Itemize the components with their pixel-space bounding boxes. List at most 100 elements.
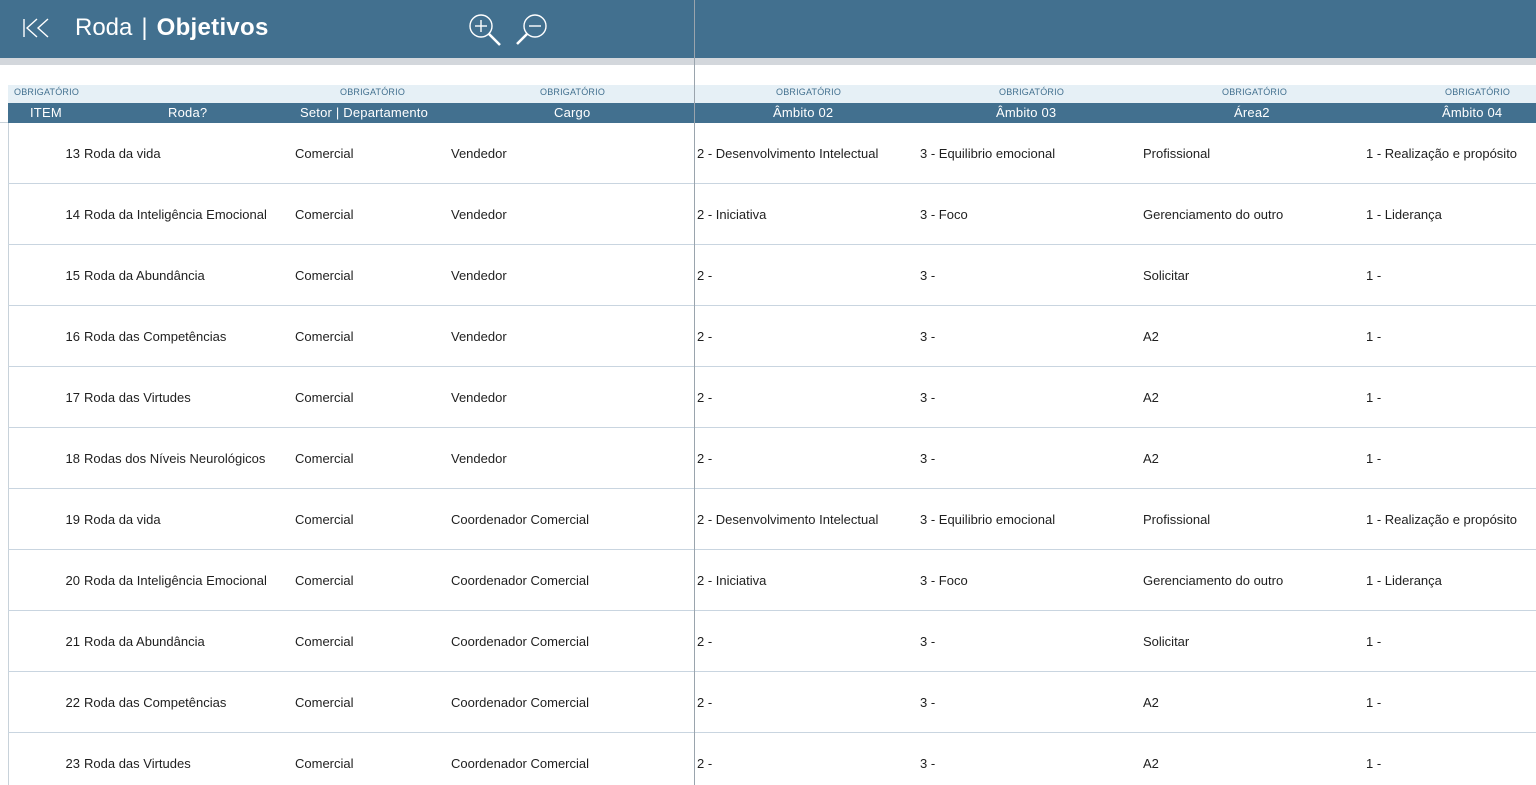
cell-area2: Profissional <box>1143 146 1211 161</box>
cell-ambito04: 1 - Realização e propósito <box>1366 146 1518 161</box>
table-row[interactable]: 15 Roda da Abundância Comercial Vendedor… <box>8 245 1536 306</box>
cell-cargo: Coordenador Comercial <box>451 634 590 649</box>
cell-ambito02: 2 - Iniciativa <box>697 207 767 222</box>
cell-setor: Comercial <box>295 756 354 771</box>
column-header-area2[interactable]: Área2 <box>1234 105 1270 120</box>
column-header-setor[interactable]: Setor | Departamento <box>300 105 428 120</box>
cell-ambito03: 3 - <box>920 390 936 405</box>
cell-ambito03: 3 - <box>920 268 936 283</box>
cell-ambito04: 1 - <box>1366 329 1382 344</box>
cell-roda: Roda das Competências <box>84 695 227 710</box>
cell-cargo: Vendedor <box>451 268 507 283</box>
cell-cargo: Vendedor <box>451 451 507 466</box>
table-row[interactable]: 17 Roda das Virtudes Comercial Vendedor … <box>8 367 1536 428</box>
cell-setor: Comercial <box>295 390 354 405</box>
cell-roda: Roda das Virtudes <box>84 756 191 771</box>
cell-area2: Solicitar <box>1143 634 1190 649</box>
cell-roda: Roda das Virtudes <box>84 390 191 405</box>
cell-item: 18 <box>65 451 80 466</box>
cell-ambito02: 2 - Desenvolvimento Intelectual <box>697 512 879 527</box>
required-label: OBRIGATÓRIO <box>540 87 606 97</box>
cell-ambito02: 2 - <box>697 268 713 283</box>
cell-ambito03: 3 - <box>920 695 936 710</box>
cell-ambito04: 1 - <box>1366 451 1382 466</box>
table-row[interactable]: 21 Roda da Abundância Comercial Coordena… <box>8 611 1536 672</box>
zoom-out-icon[interactable] <box>514 11 552 49</box>
cell-area2: A2 <box>1143 390 1159 405</box>
table-row[interactable]: 19 Roda da vida Comercial Coordenador Co… <box>8 489 1536 550</box>
table-row[interactable]: 14 Roda da Inteligência Emocional Comerc… <box>8 184 1536 245</box>
cell-item: 19 <box>65 512 80 527</box>
cell-ambito04: 1 - Liderança <box>1366 207 1442 222</box>
cell-setor: Comercial <box>295 207 354 222</box>
cell-roda: Roda da Abundância <box>84 268 205 283</box>
cell-item: 16 <box>65 329 80 344</box>
cell-item: 17 <box>65 390 80 405</box>
page-title: Roda | Objetivos <box>75 12 269 44</box>
cell-ambito03: 3 - Equilibrio emocional <box>920 512 1056 527</box>
table-row[interactable]: 20 Roda da Inteligência Emocional Comerc… <box>8 550 1536 611</box>
cell-setor: Comercial <box>295 634 354 649</box>
cell-setor: Comercial <box>295 512 354 527</box>
cell-ambito02: 2 - <box>697 329 713 344</box>
cell-area2: A2 <box>1143 756 1159 771</box>
cell-item: 13 <box>65 146 80 161</box>
table-row[interactable]: 13 Roda da vida Comercial Vendedor 2 - D… <box>8 123 1536 184</box>
zoom-in-icon[interactable] <box>466 11 504 49</box>
cell-cargo: Coordenador Comercial <box>451 756 590 771</box>
cell-roda: Roda da vida <box>84 512 161 527</box>
cell-ambito03: 3 - Foco <box>920 207 968 222</box>
cell-area2: Gerenciamento do outro <box>1143 207 1284 222</box>
cell-cargo: Coordenador Comercial <box>451 512 590 527</box>
cell-ambito02: 2 - <box>697 390 713 405</box>
cell-setor: Comercial <box>295 573 354 588</box>
cell-cargo: Coordenador Comercial <box>451 695 590 710</box>
cell-item: 14 <box>65 207 80 222</box>
cell-roda: Roda da Inteligência Emocional <box>84 573 267 588</box>
cell-roda: Roda da vida <box>84 146 161 161</box>
column-header-ambito03[interactable]: Âmbito 03 <box>996 105 1056 120</box>
cell-item: 20 <box>65 573 80 588</box>
cell-setor: Comercial <box>295 268 354 283</box>
column-header-cargo[interactable]: Cargo <box>554 105 590 120</box>
required-label: OBRIGATÓRIO <box>999 87 1065 97</box>
cell-roda: Roda das Competências <box>84 329 227 344</box>
title-separator: | <box>141 14 148 41</box>
required-row: OBRIGATÓRIO OBRIGATÓRIO OBRIGATÓRIO OBRI… <box>8 85 1536 103</box>
cell-ambito02: 2 - <box>697 695 713 710</box>
required-label: OBRIGATÓRIO <box>340 87 406 97</box>
cell-ambito03: 3 - <box>920 634 936 649</box>
cell-item: 21 <box>65 634 80 649</box>
cell-cargo: Vendedor <box>451 146 507 161</box>
table-row[interactable]: 16 Roda das Competências Comercial Vende… <box>8 306 1536 367</box>
cell-ambito02: 2 - Iniciativa <box>697 573 767 588</box>
required-label: OBRIGATÓRIO <box>776 87 842 97</box>
cell-roda: Roda da Inteligência Emocional <box>84 207 267 222</box>
column-header-ambito02[interactable]: Âmbito 02 <box>773 105 833 120</box>
cell-item: 23 <box>65 756 80 771</box>
column-header-roda[interactable]: Roda? <box>168 105 207 120</box>
cell-ambito03: 3 - Equilibrio emocional <box>920 146 1056 161</box>
cell-ambito04: 1 - <box>1366 634 1382 649</box>
required-label: OBRIGATÓRIO <box>1222 87 1288 97</box>
cell-area2: Profissional <box>1143 512 1211 527</box>
cell-ambito02: 2 - <box>697 451 713 466</box>
table-row[interactable]: 22 Roda das Competências Comercial Coord… <box>8 672 1536 733</box>
cell-cargo: Vendedor <box>451 329 507 344</box>
cell-ambito04: 1 - <box>1366 695 1382 710</box>
cell-ambito02: 2 - <box>697 634 713 649</box>
cell-setor: Comercial <box>295 146 354 161</box>
column-header-item[interactable]: ITEM <box>30 105 62 120</box>
spreadsheet-page: Roda | Objetivos OBRIGATÓRIO OBRIGATÓRIO… <box>0 0 1536 785</box>
cell-ambito02: 2 - Desenvolvimento Intelectual <box>697 146 879 161</box>
skip-back-icon[interactable] <box>20 14 52 42</box>
grid-tick <box>0 122 8 123</box>
cell-roda: Rodas dos Níveis Neurológicos <box>84 451 266 466</box>
table-row[interactable]: 23 Roda das Virtudes Comercial Coordenad… <box>8 733 1536 785</box>
cell-setor: Comercial <box>295 695 354 710</box>
table-row[interactable]: 18 Rodas dos Níveis Neurológicos Comerci… <box>8 428 1536 489</box>
required-label: OBRIGATÓRIO <box>14 87 80 97</box>
cell-area2: Solicitar <box>1143 268 1190 283</box>
column-header-ambito04[interactable]: Âmbito 04 <box>1442 105 1502 120</box>
required-label: OBRIGATÓRIO <box>1445 87 1511 97</box>
